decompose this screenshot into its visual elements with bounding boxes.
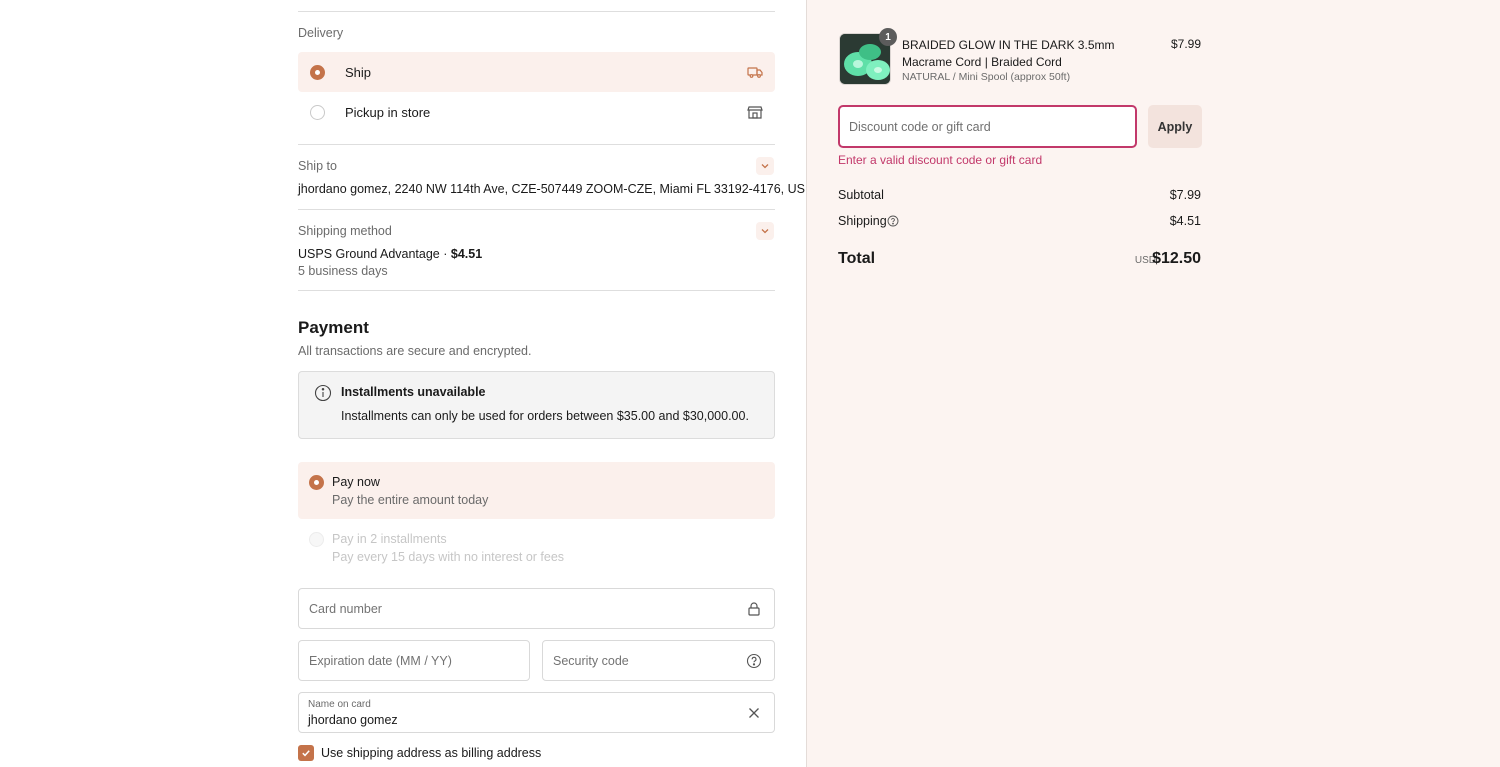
payment-subtitle: All transactions are secure and encrypte… (298, 344, 532, 358)
shipping-method-eta: 5 business days (298, 264, 388, 278)
shipping-method-label: Shipping method (298, 224, 392, 238)
delivery-option-pickup[interactable]: Pickup in store (298, 92, 775, 132)
billing-checkbox-label: Use shipping address as billing address (321, 746, 542, 760)
pay-now-option[interactable]: Pay now Pay the entire amount today (298, 462, 775, 519)
help-icon[interactable] (887, 215, 899, 227)
shipping-method-value: USPS Ground Advantage · $4.51 (298, 247, 482, 261)
delivery-option-ship[interactable]: Ship (298, 52, 775, 92)
ship-label: Ship (345, 64, 372, 80)
pay-now-desc: Pay the entire amount today (332, 493, 489, 507)
product-price: $7.99 (1170, 37, 1201, 51)
ship-to-expand[interactable] (756, 157, 774, 175)
checkmark-icon (302, 750, 310, 757)
pay-installments-desc: Pay every 15 days with no interest or fe… (332, 550, 565, 564)
close-icon[interactable] (746, 705, 762, 721)
divider (298, 11, 775, 12)
billing-checkbox[interactable] (298, 745, 314, 761)
notice-title: Installments unavailable (341, 385, 486, 399)
divider (298, 209, 775, 210)
checkout-main: Delivery Ship Pickup in store Ship to jh… (0, 0, 806, 767)
info-icon (314, 384, 332, 402)
pickup-radio[interactable] (310, 104, 325, 120)
chevron-down-icon (761, 229, 769, 234)
order-summary: 1 BRAIDED GLOW IN THE DARK 3.5mm Macrame… (806, 0, 1500, 767)
store-icon (747, 106, 763, 119)
pay-installments-title: Pay in 2 installments (332, 532, 447, 546)
divider (298, 290, 775, 291)
security-code-placeholder: Security code (553, 654, 629, 668)
ship-radio[interactable] (310, 64, 325, 80)
ship-to-address: jhordano gomez, 2240 NW 114th Ave, CZE-5… (298, 182, 805, 196)
discount-field[interactable] (838, 105, 1137, 148)
pickup-label: Pickup in store (345, 104, 431, 120)
truck-icon (747, 67, 763, 78)
shipping-method-name: USPS Ground Advantage · (298, 247, 451, 261)
payment-title: Payment (298, 318, 369, 337)
pay-installments-radio[interactable] (309, 532, 324, 547)
security-code-field[interactable]: Security code (542, 640, 775, 681)
delivery-label: Delivery (298, 26, 344, 40)
pay-now-title: Pay now (332, 475, 380, 489)
expiry-field[interactable]: Expiration date (MM / YY) (298, 640, 530, 681)
shipping-label: Shipping (838, 214, 887, 228)
quantity-badge: 1 (879, 28, 897, 46)
help-icon[interactable] (746, 653, 762, 669)
name-on-card-label: Name on card (308, 699, 371, 710)
ship-to-label: Ship to (298, 159, 337, 173)
shipping-method-price: $4.51 (450, 247, 483, 261)
name-on-card-field[interactable]: Name on card jhordano gomez (298, 692, 775, 733)
subtotal-value: $7.99 (1169, 188, 1201, 202)
total-label: Total (838, 250, 876, 267)
discount-input[interactable] (840, 107, 1135, 146)
pay-installments-option[interactable]: Pay in 2 installments Pay every 15 days … (298, 519, 775, 576)
shipping-value: $4.51 (1169, 214, 1201, 228)
installments-notice: Installments unavailable Installments ca… (298, 371, 775, 439)
expiry-placeholder: Expiration date (MM / YY) (309, 654, 452, 668)
product-name: BRAIDED GLOW IN THE DARK 3.5mm Macrame C… (902, 38, 1115, 69)
apply-button[interactable]: Apply (1148, 105, 1202, 148)
card-number-field[interactable]: Card number (298, 588, 775, 629)
discount-error: Enter a valid discount code or gift card (838, 153, 1043, 167)
lock-icon (748, 602, 760, 616)
subtotal-label: Subtotal (838, 188, 884, 202)
name-on-card-value: jhordano gomez (308, 713, 398, 727)
product-variant: NATURAL / Mini Spool (approx 50ft) (902, 71, 1071, 83)
card-number-placeholder: Card number (309, 602, 382, 616)
shipping-method-expand[interactable] (756, 222, 774, 240)
total-value: $12.50 (1152, 250, 1201, 267)
notice-text: Installments can only be used for orders… (341, 409, 749, 423)
pay-now-radio[interactable] (309, 475, 324, 490)
chevron-down-icon (761, 164, 769, 169)
divider (298, 144, 775, 145)
